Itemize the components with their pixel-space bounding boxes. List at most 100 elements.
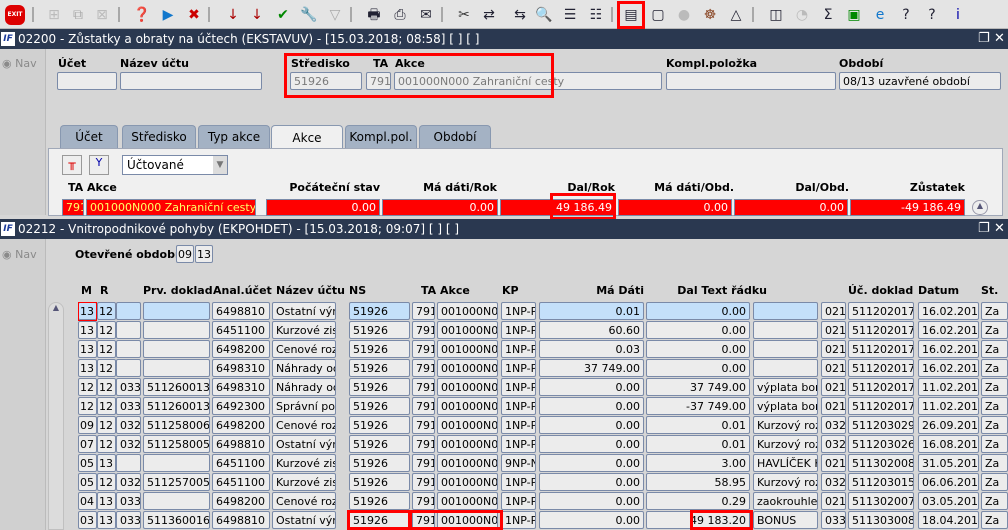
cell-uc-doklad[interactable]: 5112020174: [848, 321, 914, 339]
cell-datum[interactable]: 31.05.2013: [918, 454, 979, 472]
cell-akce[interactable]: 001000N000 Zahraniční cesty: [86, 199, 256, 216]
cell-ta[interactable]: 791: [412, 359, 435, 377]
cell-prv-doklad[interactable]: 5112570054: [143, 473, 210, 491]
cell-anal-ucet[interactable]: 6451100: [212, 454, 270, 472]
cell-md_rok[interactable]: 0.00: [382, 199, 498, 216]
cell-akce[interactable]: 001000N000: [437, 473, 498, 491]
cell-stav[interactable]: Za: [981, 359, 1008, 377]
chevron-down-icon[interactable]: ▼: [213, 156, 227, 174]
cell-stav[interactable]: Za: [981, 397, 1008, 415]
restore-icon[interactable]: ❐: [978, 221, 990, 236]
cell-ma-dati[interactable]: 0.00: [539, 435, 644, 453]
uctovane-select[interactable]: Účtované ▼: [122, 155, 228, 175]
cell-druh[interactable]: 021: [821, 359, 846, 377]
cell-anal-ucet[interactable]: 6498200: [212, 340, 270, 358]
cell-typ[interactable]: 032: [116, 435, 141, 453]
cell-dal[interactable]: 0.00: [646, 302, 750, 320]
filter-green-icon[interactable]: Y: [89, 155, 109, 175]
cell-uc-doklad[interactable]: 5112020174: [848, 359, 914, 377]
cell-prv-doklad[interactable]: [143, 321, 210, 339]
cell-typ[interactable]: 032: [116, 473, 141, 491]
cell-dal[interactable]: 0.01: [646, 435, 750, 453]
cell-anal-ucet[interactable]: 6498200: [212, 492, 270, 510]
cell-kp[interactable]: 1NP-Pi: [501, 473, 536, 491]
cell-text-radku[interactable]: Kurzový rozdíl: [753, 473, 818, 491]
cell-stav[interactable]: Za: [981, 454, 1008, 472]
cell-text-radku[interactable]: zaokrouhlení: [753, 492, 818, 510]
cell-uc-doklad[interactable]: 5112020172: [848, 378, 914, 396]
cell-kp[interactable]: 1NP-Pi: [501, 359, 536, 377]
cell-typ[interactable]: 033: [116, 511, 141, 529]
scroll-up-button[interactable]: ▲: [972, 200, 988, 215]
cell-ta[interactable]: 791: [412, 416, 435, 434]
tab-4[interactable]: Kompl.pol.: [345, 125, 417, 148]
cell-druh[interactable]: 021: [821, 397, 846, 415]
cell-stav[interactable]: Za: [981, 492, 1008, 510]
cell-kp[interactable]: 1NP-Pi: [501, 378, 536, 396]
cell-r[interactable]: 12: [97, 397, 116, 415]
cell-uc-doklad[interactable]: 5113020071: [848, 492, 914, 510]
cell-druh[interactable]: 032: [821, 435, 846, 453]
obdobi-field[interactable]: 08/13 uzavřené období: [839, 72, 1001, 90]
cell-ma-dati[interactable]: 0.00: [539, 378, 644, 396]
document-icon[interactable]: ▢: [647, 4, 669, 26]
cell-uc-doklad[interactable]: 5112020174: [848, 340, 914, 358]
cell-ns[interactable]: 51926: [349, 492, 410, 510]
ie-icon[interactable]: e: [869, 4, 891, 26]
cell-r[interactable]: 12: [97, 473, 116, 491]
cell-prv-doklad[interactable]: 5112600137: [143, 378, 210, 396]
cell-dal[interactable]: 0.00: [646, 340, 750, 358]
replace-icon[interactable]: ⇄: [478, 4, 500, 26]
cell-r[interactable]: 12: [97, 378, 116, 396]
cell-ns[interactable]: 51926: [349, 435, 410, 453]
help-search-icon[interactable]: ?: [895, 4, 917, 26]
cell-ma-dati[interactable]: 60.60: [539, 321, 644, 339]
cell-ns[interactable]: 51926: [349, 321, 410, 339]
cell-stav[interactable]: Za: [981, 435, 1008, 453]
cell-ma-dati[interactable]: 0.00: [539, 397, 644, 415]
cell-kp[interactable]: 1NP-Pi: [501, 302, 536, 320]
cell-text-radku[interactable]: Kurzový rozdíl: [753, 416, 818, 434]
cell-dal[interactable]: 0.29: [646, 492, 750, 510]
cell-kp[interactable]: 1NP-Pi: [501, 492, 536, 510]
cell-datum[interactable]: 16.02.2013: [918, 359, 979, 377]
cell-r[interactable]: 13: [97, 492, 116, 510]
tab-2[interactable]: Typ akce: [198, 125, 270, 148]
cell-ns[interactable]: 51926: [349, 473, 410, 491]
zoom-icon[interactable]: 🔍: [533, 4, 555, 26]
cell-ta[interactable]: 791: [412, 321, 435, 339]
nav-radio[interactable]: ◉ Nav: [2, 248, 45, 261]
cell-ns[interactable]: 51926: [349, 359, 410, 377]
cell-uc-doklad[interactable]: 5113020083: [848, 454, 914, 472]
tab-5[interactable]: Období: [419, 125, 491, 148]
cell-akce[interactable]: 001000N000: [437, 416, 498, 434]
cell-typ[interactable]: [116, 321, 141, 339]
cell-ma-dati[interactable]: 37 749.00: [539, 359, 644, 377]
cell-stav[interactable]: Za: [981, 321, 1008, 339]
cell-anal-ucet[interactable]: 6492300: [212, 397, 270, 415]
cell-dal[interactable]: 3.00: [646, 454, 750, 472]
cell-prv-doklad[interactable]: 5112580061: [143, 416, 210, 434]
cell-uc-doklad[interactable]: 5112030158: [848, 473, 914, 491]
tab-0[interactable]: Účet: [60, 125, 118, 148]
cell-text-radku[interactable]: Kurzový rozdíl: [753, 435, 818, 453]
filter-red-icon[interactable]: ╥: [62, 155, 82, 175]
cell-ns[interactable]: 51926: [349, 454, 410, 472]
cell-prv-doklad[interactable]: [143, 492, 210, 510]
vertical-scrollbar[interactable]: ▲: [48, 302, 64, 530]
cell-text-radku[interactable]: [753, 302, 818, 320]
cell-prv-doklad[interactable]: [143, 359, 210, 377]
wheel-icon[interactable]: ☸: [699, 4, 721, 26]
cell-kp[interactable]: 9NP-N: [501, 454, 536, 472]
query-icon[interactable]: ❓: [131, 4, 153, 26]
cell-datum[interactable]: 26.09.2012: [918, 416, 979, 434]
wrench-icon[interactable]: 🔧: [298, 4, 320, 26]
cell-typ[interactable]: [116, 302, 141, 320]
cell-r[interactable]: 12: [97, 435, 116, 453]
cell-nazev-uctu[interactable]: Náhrady od: [272, 359, 336, 377]
cell-anal-ucet[interactable]: 6451100: [212, 321, 270, 339]
cell-akce[interactable]: 001000N000: [437, 359, 498, 377]
cell-datum[interactable]: 03.05.2013: [918, 492, 979, 510]
cell-prv-doklad[interactable]: 5113600165: [143, 511, 210, 529]
cell-akce[interactable]: 001000N000: [437, 454, 498, 472]
